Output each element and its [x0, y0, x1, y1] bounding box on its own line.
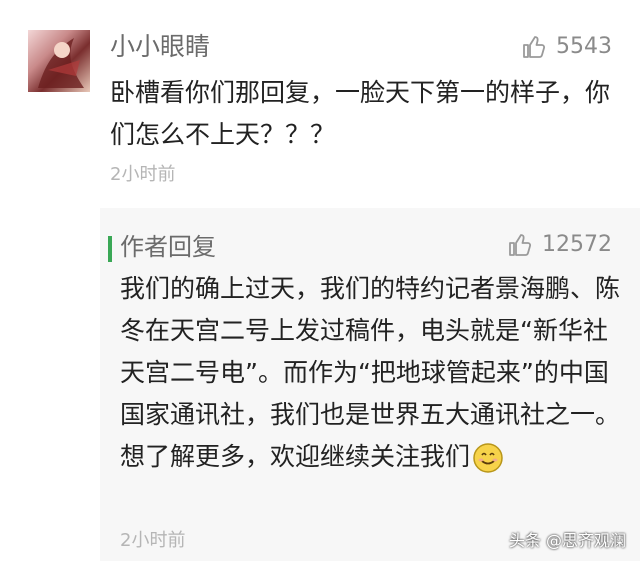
username[interactable]: 小小眼睛 — [110, 30, 210, 64]
comment-text: 卧槽看你们那回复，一脸天下第一的样子，你们怎么不上天？？？ — [110, 78, 611, 149]
reply-time: 2小时前 — [120, 530, 186, 551]
reply-like-count: 12572 — [542, 232, 612, 257]
author-reply: 作者回复 12572 我们的确上过天，我们的特约记者景海鹏、陈冬在天宫二号上发过… — [100, 208, 640, 561]
reply-accent-bar — [108, 236, 112, 262]
avatar[interactable] — [28, 30, 90, 92]
watermark: 头条 @思齐观澜 — [508, 531, 626, 550]
comment-time: 2小时前 — [110, 164, 176, 185]
reply-text-body: 我们的确上过天，我们的特约记者景海鹏、陈冬在天宫二号上发过稿件，电头就是“新华社… — [120, 274, 621, 471]
reply-text: 我们的确上过天，我们的特约记者景海鹏、陈冬在天宫二号上发过稿件，电头就是“新华社… — [120, 268, 620, 478]
reply-like-button[interactable]: 12572 — [508, 232, 612, 257]
reply-title: 作者回复 — [120, 233, 216, 261]
thumbs-up-icon — [509, 233, 532, 256]
smile-emoji — [472, 442, 504, 474]
like-button[interactable]: 5543 — [522, 34, 612, 59]
comment-item: 小小眼睛 5543 卧槽看你们那回复，一脸天下第一的样子，你们怎么不上天？？？ … — [0, 0, 640, 200]
like-count: 5543 — [556, 34, 612, 59]
thumbs-up-icon — [523, 35, 546, 58]
